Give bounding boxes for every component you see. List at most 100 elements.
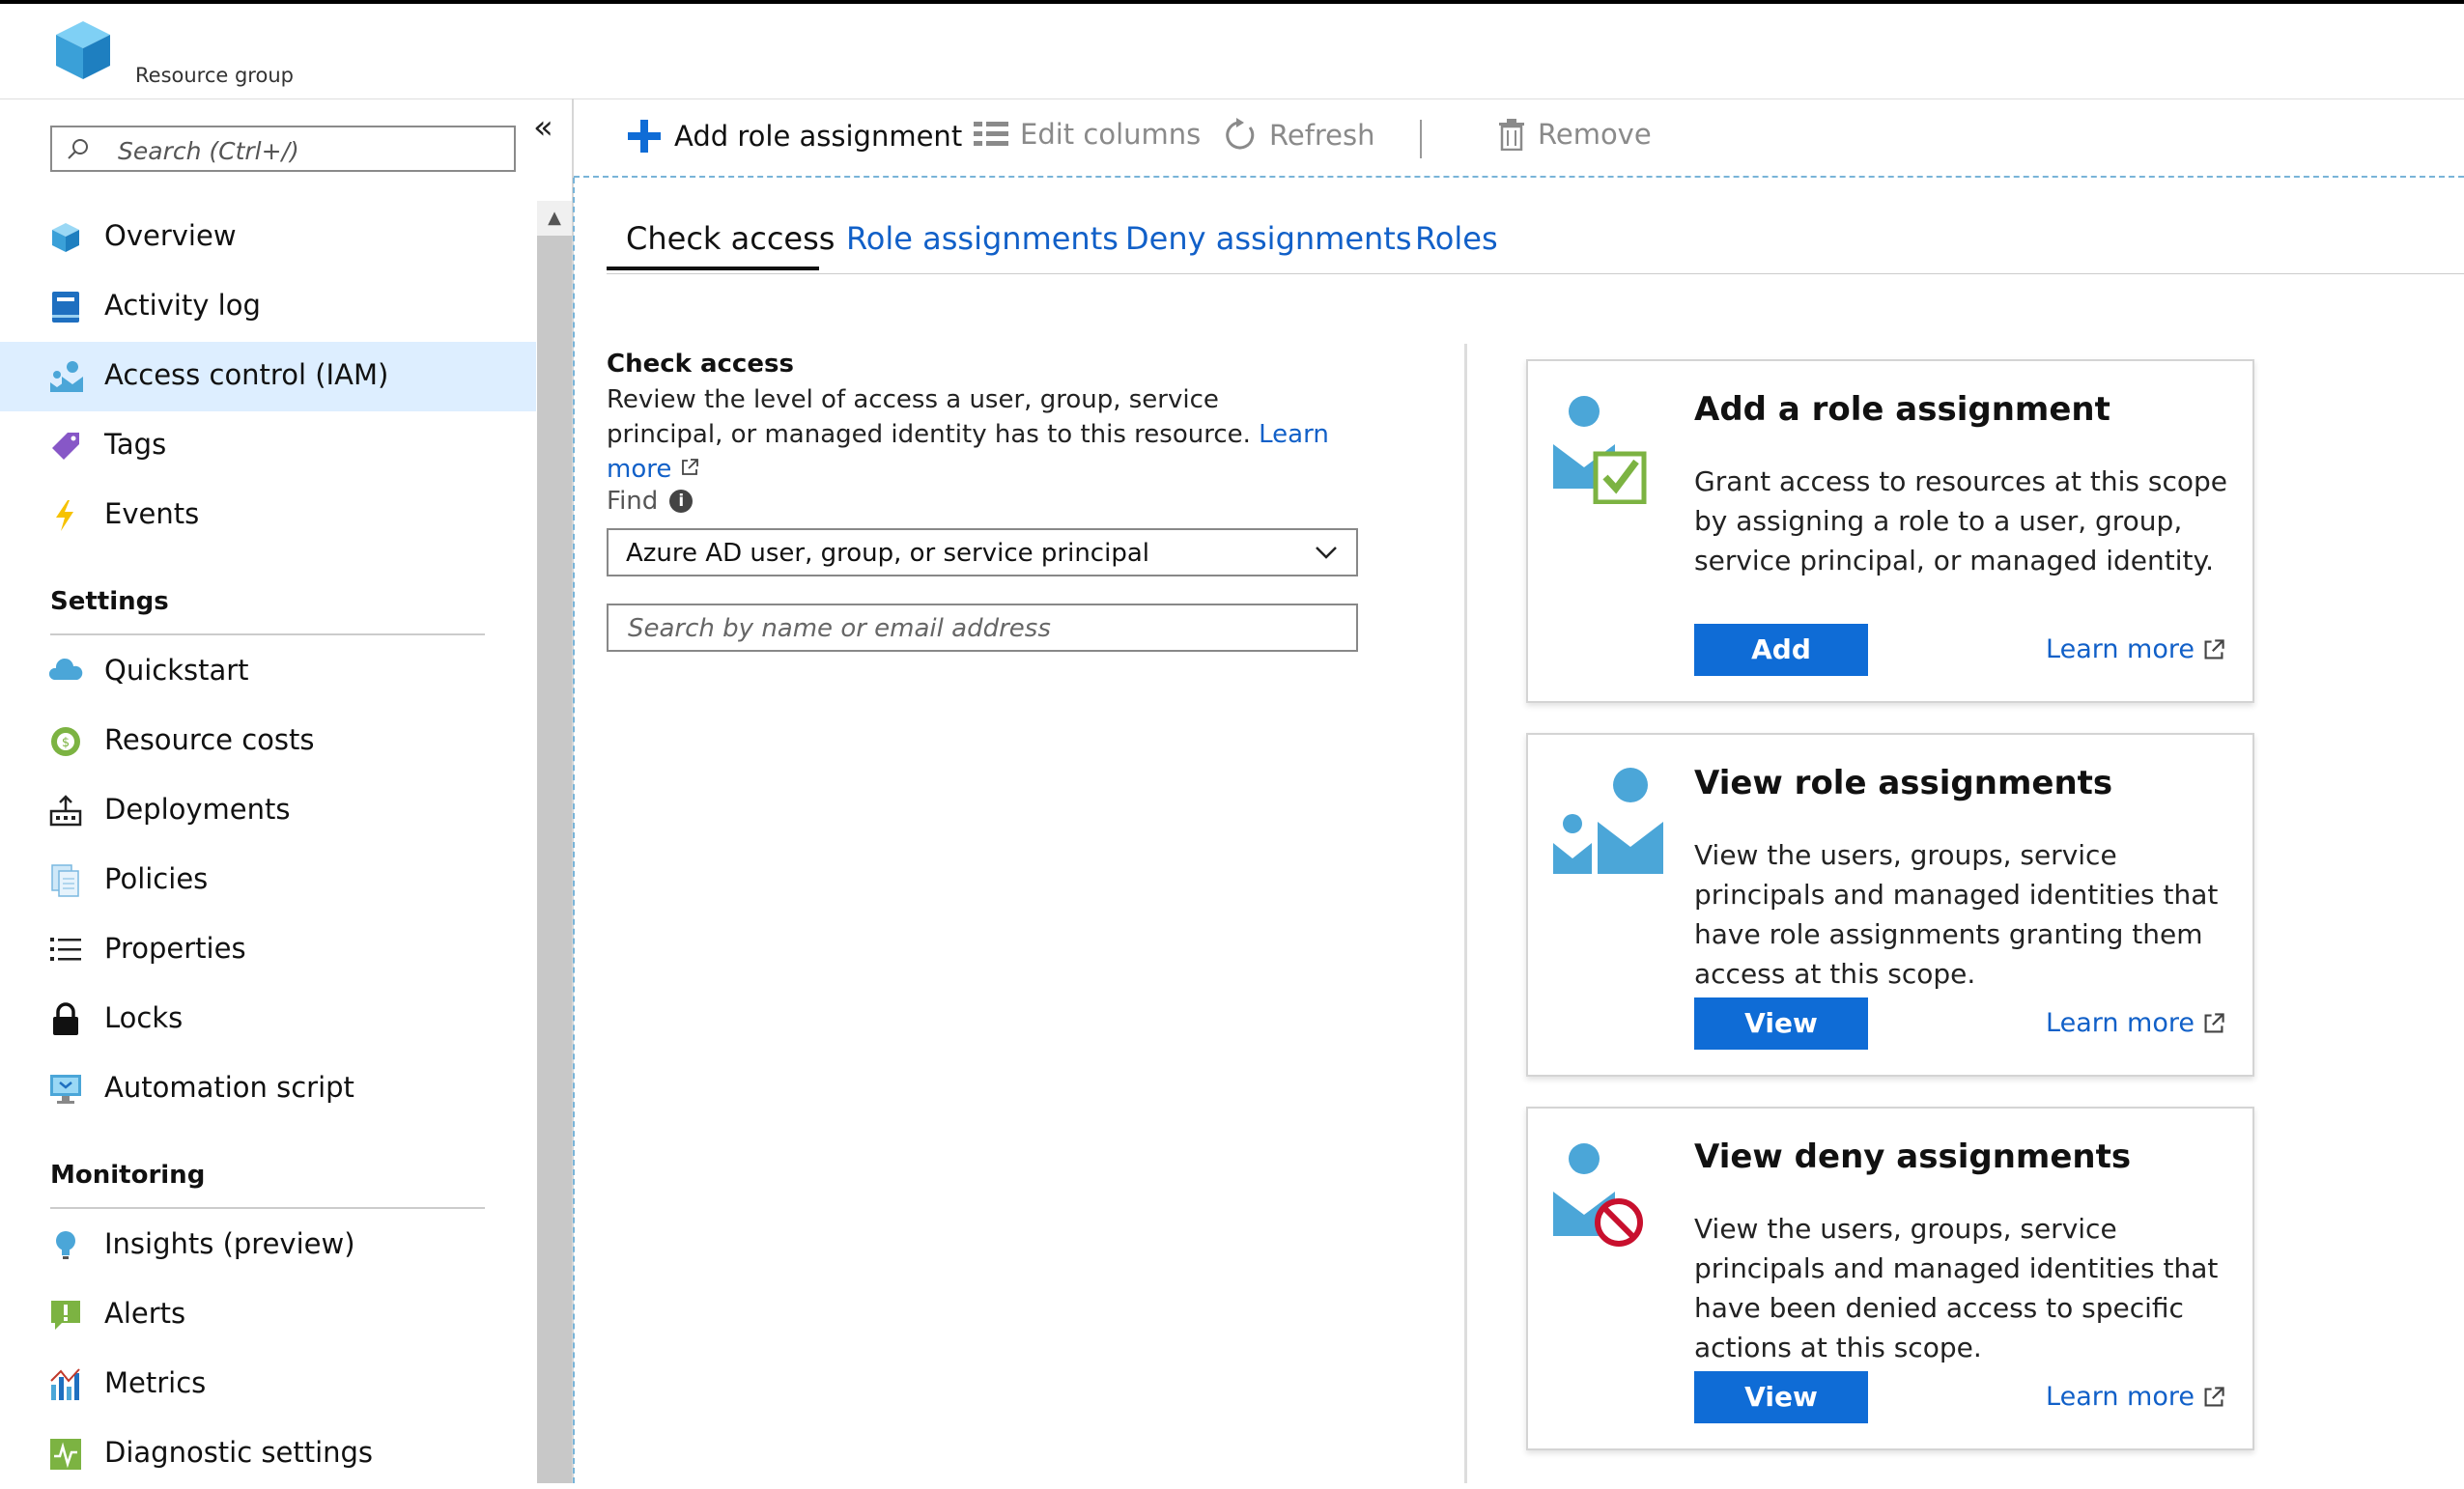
sidebar-item-metrics[interactable]: Metrics	[0, 1350, 536, 1419]
header-divider	[0, 98, 2464, 99]
automation-icon	[50, 1075, 81, 1104]
card-title: Add a role assignment	[1694, 390, 2110, 429]
card-learn-more-link[interactable]: Learn more	[2046, 1008, 2225, 1038]
users-icon	[1553, 768, 1663, 874]
sidebar-item-label: Tags	[104, 428, 167, 461]
sidebar-item-label: Alerts	[104, 1297, 186, 1330]
info-icon[interactable]: i	[669, 490, 694, 513]
sidebar-item-policies[interactable]: Policies	[0, 846, 536, 915]
view-role-assignments-button[interactable]: View	[1694, 997, 1868, 1050]
settings-divider	[50, 633, 485, 635]
diagnostic-icon	[50, 1439, 81, 1470]
sidebar-item-activity-log[interactable]: Activity log	[0, 272, 536, 342]
sidebar-item-properties[interactable]: Properties	[0, 915, 536, 985]
lock-icon	[53, 1002, 78, 1035]
view-deny-assignments-card: View deny assignments View the users, gr…	[1526, 1107, 2254, 1450]
check-access-description-text: Review the level of access a user, group…	[607, 385, 1251, 449]
refresh-button[interactable]: Refresh	[1223, 118, 1375, 153]
sidebar-item-label: Automation script	[104, 1071, 354, 1104]
resource-group-cube-icon	[56, 21, 110, 79]
find-label-text: Find	[607, 487, 659, 516]
add-button[interactable]: Add	[1694, 624, 1868, 676]
alert-icon	[51, 1301, 80, 1330]
sidebar-item-label: Insights (preview)	[104, 1227, 355, 1260]
user-deny-icon	[1553, 1143, 1643, 1247]
toolbar-separator	[1420, 120, 1422, 158]
edit-columns-button[interactable]: Edit columns	[974, 118, 1201, 151]
sidebar-search[interactable]	[50, 126, 516, 172]
external-link-icon	[2204, 1386, 2224, 1406]
sidebar-item-label: Properties	[104, 932, 246, 965]
card-description: View the users, groups, service principa…	[1694, 1213, 2219, 1363]
add-role-assignment-card: Add a role assignment Grant access to re…	[1526, 359, 2254, 703]
find-type-value: Azure AD user, group, or service princip…	[626, 539, 1149, 568]
costs-icon: $	[51, 727, 80, 756]
edit-columns-label: Edit columns	[1020, 118, 1202, 151]
sidebar-item-insights[interactable]: Insights (preview)	[0, 1211, 536, 1280]
external-link-icon	[681, 459, 698, 475]
cloud-icon	[48, 658, 83, 680]
sidebar-item-access-control[interactable]: Access control (IAM)	[0, 342, 536, 411]
sidebar-item-automation-script[interactable]: Automation script	[0, 1054, 536, 1124]
search-principal-input[interactable]	[626, 611, 1345, 646]
scroll-up-button[interactable]: ▲	[537, 201, 572, 236]
find-label: Find i	[607, 487, 694, 516]
sidebar-item-label: Overview	[104, 219, 237, 252]
resource-type-label: Resource group	[135, 64, 294, 87]
sidebar-item-tags[interactable]: Tags	[0, 411, 536, 481]
properties-icon	[50, 938, 81, 961]
sidebar-item-label: Events	[104, 497, 200, 530]
columns-icon	[974, 122, 1008, 146]
sidebar-item-alerts[interactable]: Alerts	[0, 1280, 536, 1350]
view-deny-assignments-button[interactable]: View	[1694, 1371, 1868, 1423]
card-learn-more-link[interactable]: Learn more	[2046, 1382, 2225, 1412]
card-title: View role assignments	[1694, 764, 2113, 802]
card-title: View deny assignments	[1694, 1138, 2132, 1176]
add-role-assignment-button[interactable]: Add role assignment	[626, 118, 962, 155]
sidebar-item-deployments[interactable]: Deployments	[0, 776, 536, 846]
activity-log-icon	[52, 292, 79, 323]
user-check-icon	[1553, 396, 1647, 504]
chevron-down-icon	[1316, 547, 1337, 559]
check-access-description: Review the level of access a user, group…	[607, 382, 1341, 487]
settings-section-title: Settings	[50, 587, 169, 616]
sidebar-item-label: Activity log	[104, 289, 261, 322]
sidebar-item-label: Locks	[104, 1001, 184, 1034]
tab-roles[interactable]: Roles	[1415, 220, 1498, 257]
tag-icon	[52, 433, 79, 460]
sidebar-item-label: Policies	[104, 862, 209, 895]
external-link-icon	[2204, 638, 2224, 659]
sidebar-search-input[interactable]	[116, 133, 496, 168]
sidebar-item-resource-costs[interactable]: $ Resource costs	[0, 707, 536, 776]
content-focus-border-left	[573, 178, 575, 1483]
deployments-icon	[49, 795, 82, 827]
tab-deny-assignments[interactable]: Deny assignments	[1125, 220, 1412, 257]
iam-icon	[50, 361, 83, 392]
plus-icon	[628, 120, 661, 153]
sidebar-scrollbar[interactable]	[537, 201, 572, 1483]
sidebar-item-label: Access control (IAM)	[104, 358, 389, 391]
sidebar-item-diagnostic-settings[interactable]: Diagnostic settings	[0, 1419, 536, 1489]
sidebar-item-locks[interactable]: Locks	[0, 985, 536, 1054]
external-link-icon	[2204, 1012, 2224, 1032]
find-type-dropdown[interactable]: Azure AD user, group, or service princip…	[607, 528, 1358, 576]
column-divider	[1464, 344, 1467, 1483]
cube-icon	[52, 223, 79, 252]
content-focus-border-top	[574, 176, 2464, 178]
refresh-label: Refresh	[1269, 119, 1375, 152]
search-icon	[68, 139, 88, 159]
search-principal-field[interactable]	[607, 604, 1358, 652]
collapse-sidebar-button[interactable]: «	[533, 108, 553, 147]
card-learn-more-link[interactable]: Learn more	[2046, 634, 2225, 664]
sidebar-item-overview[interactable]: Overview	[0, 203, 536, 272]
sidebar-item-events[interactable]: Events	[0, 481, 536, 550]
sidebar-item-quickstart[interactable]: Quickstart	[0, 637, 536, 707]
tab-check-access[interactable]: Check access	[626, 220, 835, 257]
view-role-assignments-card: View role assignments View the users, gr…	[1526, 733, 2254, 1077]
tab-role-assignments[interactable]: Role assignments	[846, 220, 1119, 257]
check-access-title: Check access	[607, 350, 794, 379]
sidebar-item-label: Metrics	[104, 1366, 207, 1399]
remove-button[interactable]: Remove	[1497, 118, 1652, 151]
tabs-divider	[607, 273, 2464, 274]
card-description: Grant access to resources at this scope …	[1694, 465, 2227, 576]
